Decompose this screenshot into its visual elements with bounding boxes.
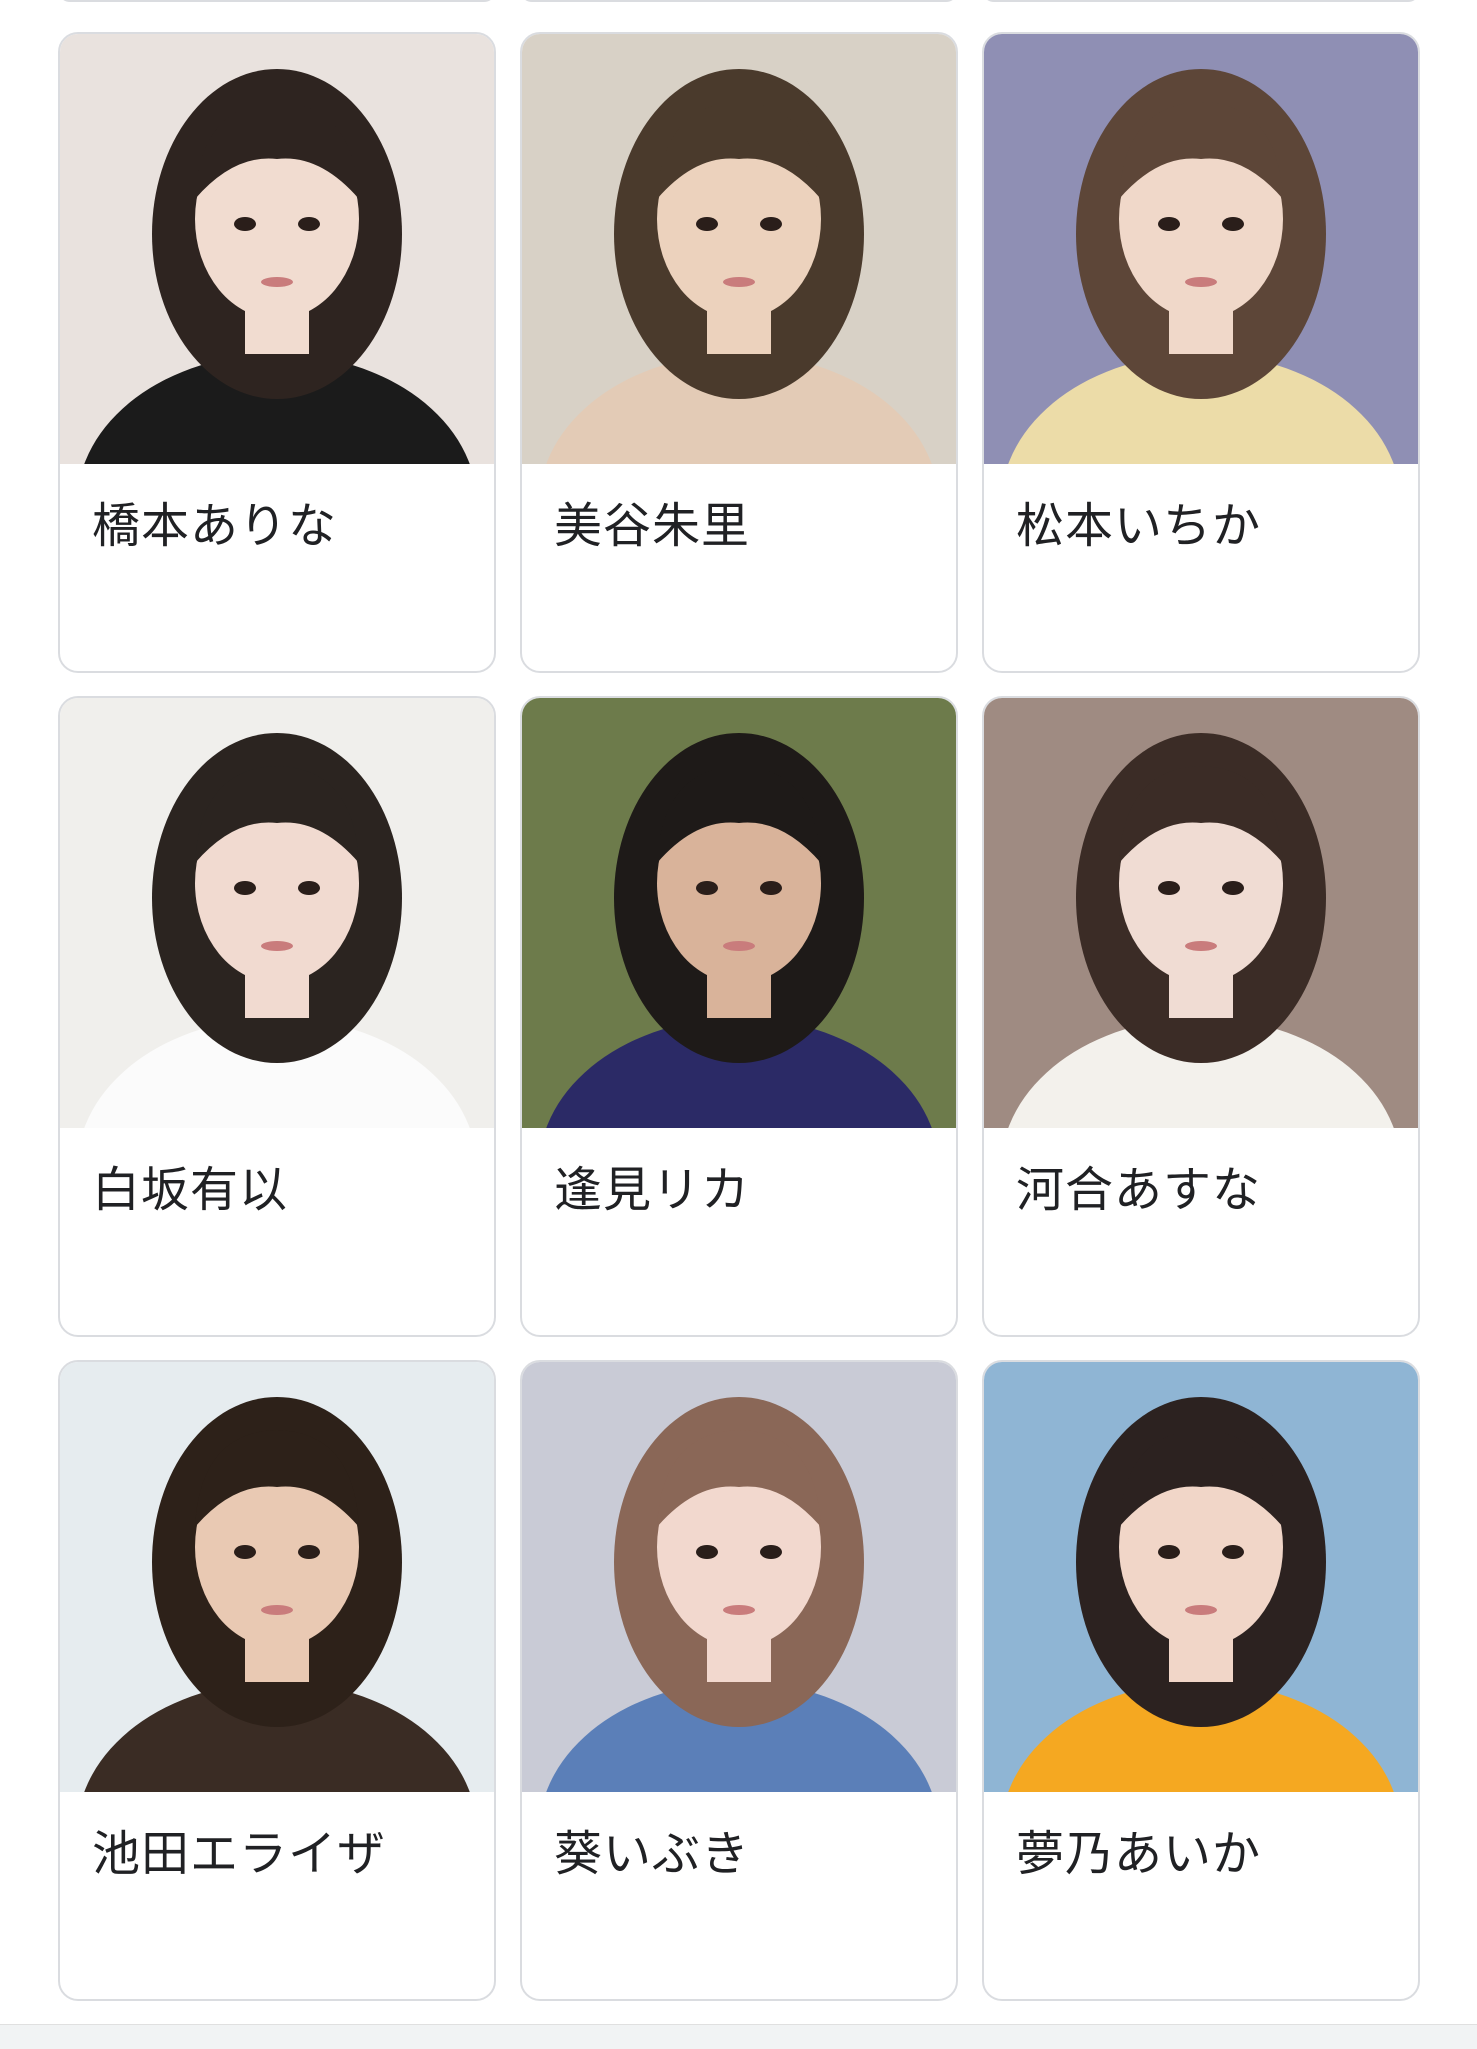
result-name: 夢乃あいか xyxy=(1016,1826,1262,1882)
portrait-image xyxy=(522,698,956,1128)
previous-row-card[interactable] xyxy=(982,0,1420,2)
result-card[interactable]: 橋本ありな xyxy=(58,32,496,673)
previous-row-card[interactable] xyxy=(58,0,496,2)
bottom-bar xyxy=(0,2024,1477,2049)
portrait-image xyxy=(984,698,1418,1128)
result-name: 池田エライザ xyxy=(92,1826,387,1882)
result-card[interactable]: 池田エライザ xyxy=(58,1360,496,2001)
result-name: 白坂有以 xyxy=(92,1162,289,1218)
result-thumbnail[interactable] xyxy=(984,1362,1418,1792)
result-card[interactable]: 美谷朱里 xyxy=(520,32,958,673)
result-thumbnail[interactable] xyxy=(60,698,494,1128)
result-card[interactable]: 白坂有以 xyxy=(58,696,496,1337)
portrait-image xyxy=(522,34,956,464)
result-thumbnail[interactable] xyxy=(522,698,956,1128)
result-thumbnail[interactable] xyxy=(522,1362,956,1792)
result-card[interactable]: 松本いちか xyxy=(982,32,1420,673)
result-name: 河合あすな xyxy=(1016,1162,1262,1218)
portrait-image xyxy=(60,698,494,1128)
result-thumbnail[interactable] xyxy=(984,34,1418,464)
result-thumbnail[interactable] xyxy=(522,34,956,464)
result-name: 松本いちか xyxy=(1016,498,1262,554)
result-thumbnail[interactable] xyxy=(60,34,494,464)
previous-row-card[interactable] xyxy=(520,0,958,2)
result-card[interactable]: 逢見リカ xyxy=(520,696,958,1337)
result-card[interactable]: 夢乃あいか xyxy=(982,1360,1420,2001)
result-thumbnail[interactable] xyxy=(60,1362,494,1792)
portrait-image xyxy=(60,1362,494,1792)
result-name: 美谷朱里 xyxy=(554,498,751,554)
result-name: 葵いぶき xyxy=(554,1826,751,1882)
portrait-image xyxy=(60,34,494,464)
result-card[interactable]: 葵いぶき xyxy=(520,1360,958,2001)
result-name: 橋本ありな xyxy=(92,498,338,554)
result-card[interactable]: 河合あすな xyxy=(982,696,1420,1337)
image-results-grid: 橋本ありな 美谷朱里 松本いちか 白坂有以 逢見リカ 河合あすな 池田エライザ … xyxy=(0,0,1477,2049)
portrait-image xyxy=(522,1362,956,1792)
portrait-image xyxy=(984,34,1418,464)
result-thumbnail[interactable] xyxy=(984,698,1418,1128)
portrait-image xyxy=(984,1362,1418,1792)
result-name: 逢見リカ xyxy=(554,1162,751,1218)
